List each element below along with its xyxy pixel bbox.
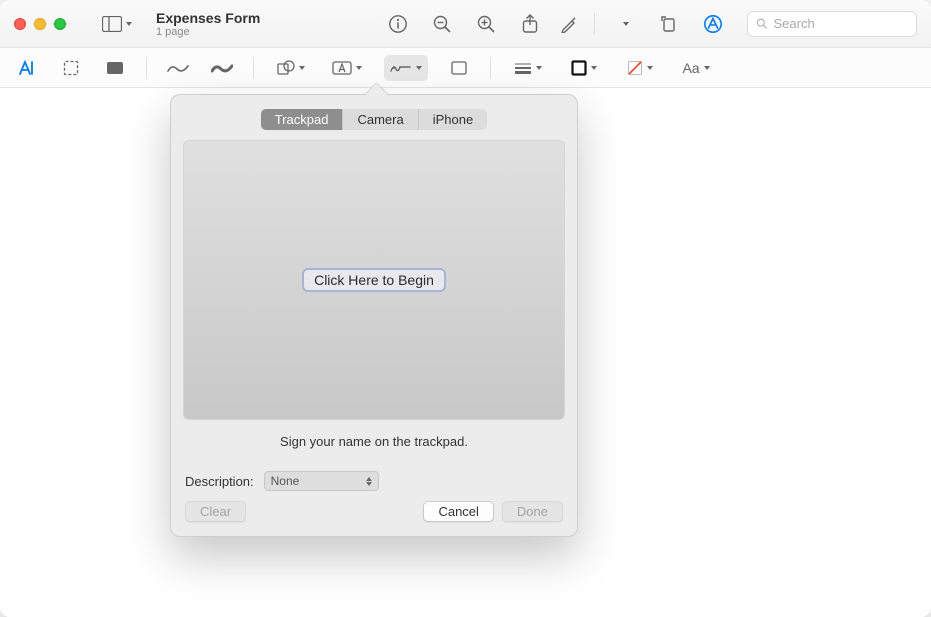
text-tool-button[interactable] [14, 55, 40, 81]
textbox-icon [332, 61, 352, 75]
shapes-button[interactable] [272, 55, 310, 81]
markup-button[interactable] [699, 10, 727, 38]
minimize-window-button[interactable] [34, 18, 46, 30]
fill-color-icon [627, 60, 643, 76]
maximize-window-button[interactable] [54, 18, 66, 30]
document-subtitle: 1 page [156, 26, 260, 38]
chevron-down-icon [704, 66, 710, 70]
note-icon [451, 61, 467, 75]
begin-signature-button[interactable]: Click Here to Begin [302, 268, 446, 292]
document-title: Expenses Form [156, 10, 260, 26]
border-color-icon [571, 60, 587, 76]
text-icon [18, 60, 36, 76]
share-button[interactable] [516, 10, 544, 38]
sidebar-toggle-button[interactable] [98, 10, 136, 38]
rotate-button[interactable] [655, 10, 683, 38]
border-width-button[interactable] [509, 55, 547, 81]
selection-icon [63, 60, 79, 76]
description-select[interactable]: None [264, 471, 379, 491]
border-width-icon [514, 62, 532, 74]
signature-source-tabs: Trackpad Camera iPhone [171, 95, 577, 140]
signature-capture-area[interactable]: Click Here to Begin [183, 140, 565, 420]
redact-icon [106, 61, 124, 75]
zoom-out-icon [432, 14, 452, 34]
clear-button[interactable]: Clear [185, 501, 246, 522]
shapes-icon [277, 60, 295, 76]
search-box[interactable] [747, 11, 917, 37]
info-button[interactable] [384, 10, 412, 38]
tab-trackpad[interactable]: Trackpad [261, 109, 344, 130]
note-button[interactable] [446, 55, 472, 81]
draw-tool-button[interactable] [209, 55, 235, 81]
chevron-down-icon [299, 66, 305, 70]
share-icon [521, 14, 539, 34]
textbox-button[interactable] [328, 55, 366, 81]
chevron-down-icon [356, 66, 362, 70]
stepper-icon [366, 477, 372, 486]
highlight-menu-button[interactable] [611, 10, 639, 38]
markup-toolbar: Aa [0, 48, 931, 88]
chevron-down-icon [416, 66, 422, 70]
fill-color-button[interactable] [621, 55, 659, 81]
search-input[interactable] [774, 16, 909, 31]
zoom-in-icon [476, 14, 496, 34]
traffic-lights [14, 18, 66, 30]
rotate-icon [660, 15, 678, 33]
cancel-button[interactable]: Cancel [423, 501, 493, 522]
sketch-icon [167, 62, 189, 74]
sidebar-icon [102, 16, 122, 32]
chevron-down-icon [591, 66, 597, 70]
tab-iphone[interactable]: iPhone [419, 109, 487, 130]
zoom-out-button[interactable] [428, 10, 456, 38]
selection-tool-button[interactable] [58, 55, 84, 81]
document-title-block: Expenses Form 1 page [156, 10, 260, 38]
description-value: None [271, 474, 300, 488]
chevron-down-icon [647, 66, 653, 70]
text-style-icon: Aa [682, 60, 699, 76]
close-window-button[interactable] [14, 18, 26, 30]
zoom-in-button[interactable] [472, 10, 500, 38]
info-icon [388, 14, 408, 34]
titlebar: Expenses Form 1 page [0, 0, 931, 48]
done-button[interactable]: Done [502, 501, 563, 522]
description-label: Description: [185, 474, 254, 489]
chevron-down-icon [126, 22, 132, 26]
preview-window: Expenses Form 1 page [0, 0, 931, 617]
border-color-button[interactable] [565, 55, 603, 81]
markup-icon [703, 14, 723, 34]
redact-tool-button[interactable] [102, 55, 128, 81]
signature-instruction: Sign your name on the trackpad. [171, 420, 577, 471]
signature-popover: Trackpad Camera iPhone Click Here to Beg… [170, 94, 578, 537]
highlight-icon [560, 15, 578, 33]
toolbar-icons [384, 10, 727, 38]
highlight-button[interactable] [560, 10, 578, 38]
search-icon [756, 17, 768, 30]
signature-icon [390, 61, 412, 75]
chevron-down-icon [536, 66, 542, 70]
sign-button[interactable] [384, 55, 428, 81]
text-style-button[interactable]: Aa [677, 55, 715, 81]
chevron-down-icon [623, 22, 629, 26]
tab-camera[interactable]: Camera [343, 109, 418, 130]
draw-icon [211, 62, 233, 74]
sketch-tool-button[interactable] [165, 55, 191, 81]
